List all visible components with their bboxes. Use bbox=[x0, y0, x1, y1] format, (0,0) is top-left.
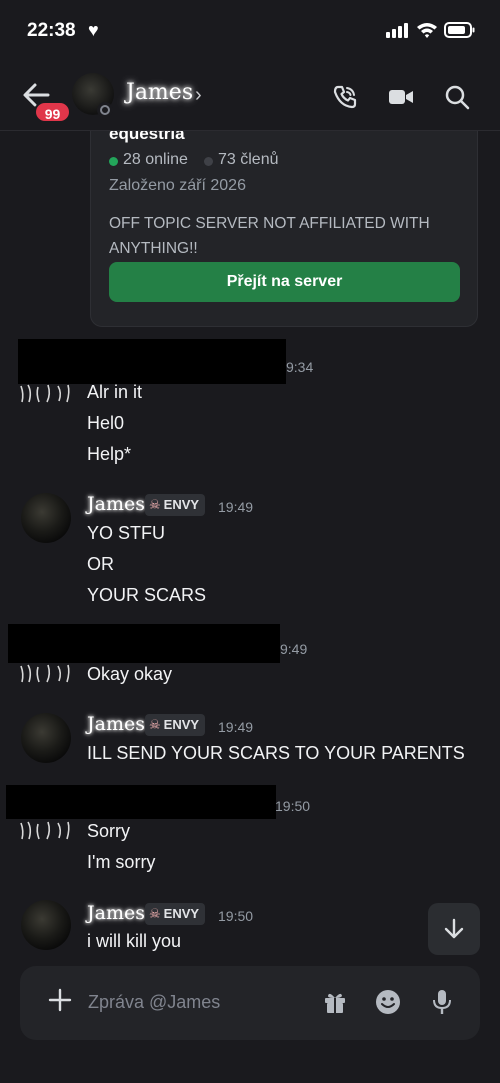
join-server-button[interactable]: Přejít na server bbox=[109, 262, 460, 302]
mic-icon[interactable] bbox=[431, 989, 453, 1015]
message-text: YOUR SCARS bbox=[87, 585, 207, 605]
message-text: YO STFU bbox=[87, 523, 166, 543]
server-name: equestria bbox=[109, 131, 185, 143]
status-bar: 22:38 ♥ bbox=[0, 0, 500, 62]
redacted-block bbox=[18, 339, 286, 384]
redacted-block bbox=[8, 624, 280, 663]
jump-to-bottom-button[interactable] bbox=[428, 903, 480, 955]
message-text: Okay okay bbox=[87, 664, 173, 684]
avatar[interactable] bbox=[21, 900, 71, 950]
search-icon[interactable] bbox=[444, 84, 470, 110]
role-tag: ☠ ENVY bbox=[145, 494, 206, 516]
role-tag: ☠ ENVY bbox=[145, 714, 206, 736]
skull-icon: ☠ bbox=[149, 497, 161, 512]
message-text: Alr in it bbox=[87, 382, 143, 402]
avatar[interactable] bbox=[18, 821, 76, 841]
avatar[interactable] bbox=[18, 384, 76, 404]
wifi-icon bbox=[417, 23, 437, 38]
server-description: OFF TOPIC SERVER NOT AFFILIATED WITH ANY… bbox=[109, 215, 430, 257]
avatar[interactable] bbox=[21, 493, 71, 543]
online-dot-icon bbox=[109, 157, 118, 166]
message-timestamp: 19:50 bbox=[218, 908, 254, 924]
avatar[interactable] bbox=[18, 664, 76, 684]
founded-date: Založeno září 2026 bbox=[109, 177, 246, 194]
plus-icon[interactable] bbox=[48, 988, 72, 1012]
emoji-icon[interactable] bbox=[375, 989, 401, 1015]
chevron-right-icon[interactable]: › bbox=[195, 84, 202, 107]
chat-header: 99 James › bbox=[0, 62, 500, 131]
message-input[interactable]: Zpráva @James bbox=[88, 992, 220, 1013]
unread-badge: 99 bbox=[34, 101, 71, 123]
arrow-down-icon bbox=[444, 918, 464, 939]
gift-icon[interactable] bbox=[323, 990, 347, 1014]
message-text: ILL SEND YOUR SCARS TO YOUR PARENTS bbox=[87, 743, 465, 763]
skull-icon: ☠ bbox=[149, 717, 161, 732]
message-composer: Zpráva @James bbox=[20, 966, 480, 1040]
message-timestamp: 19:49 bbox=[218, 719, 254, 735]
avatar[interactable] bbox=[21, 713, 71, 763]
heart-icon: ♥ bbox=[88, 20, 99, 40]
message-text: OR bbox=[87, 554, 114, 574]
message-text: I'm sorry bbox=[87, 852, 156, 872]
offline-status-icon bbox=[97, 102, 113, 118]
server-invite-card: equestria 28 online 73 členů Založeno zá… bbox=[90, 131, 478, 327]
cellular-signal-icon bbox=[386, 23, 408, 38]
phone-icon[interactable] bbox=[332, 84, 358, 110]
message-text: i will kill you bbox=[87, 931, 182, 951]
message-timestamp: 9:34 bbox=[286, 359, 314, 375]
battery-icon bbox=[444, 22, 475, 38]
skull-icon: ☠ bbox=[149, 906, 161, 921]
member-count: 73 členů bbox=[218, 151, 279, 168]
message-text: Sorry bbox=[87, 821, 131, 841]
clock: 22:38 bbox=[27, 20, 76, 41]
message-author[interactable]: James bbox=[87, 493, 145, 515]
members-dot-icon bbox=[204, 157, 213, 166]
message-author[interactable]: James bbox=[87, 902, 145, 924]
message-timestamp: 19:49 bbox=[218, 499, 254, 515]
message-text: Hel0 bbox=[87, 413, 125, 433]
message-text: Help* bbox=[87, 444, 132, 464]
online-count: 28 online bbox=[123, 151, 188, 168]
channel-title[interactable]: James bbox=[126, 80, 193, 105]
redacted-block bbox=[6, 785, 276, 819]
message-author[interactable]: James bbox=[87, 713, 145, 735]
message-timestamp: 19:50 bbox=[275, 798, 311, 814]
message-list[interactable]: equestria 28 online 73 členů Založeno zá… bbox=[0, 131, 500, 961]
role-tag: ☠ ENVY bbox=[145, 903, 206, 925]
message-timestamp: 9:49 bbox=[280, 641, 308, 657]
video-icon[interactable] bbox=[388, 84, 414, 110]
